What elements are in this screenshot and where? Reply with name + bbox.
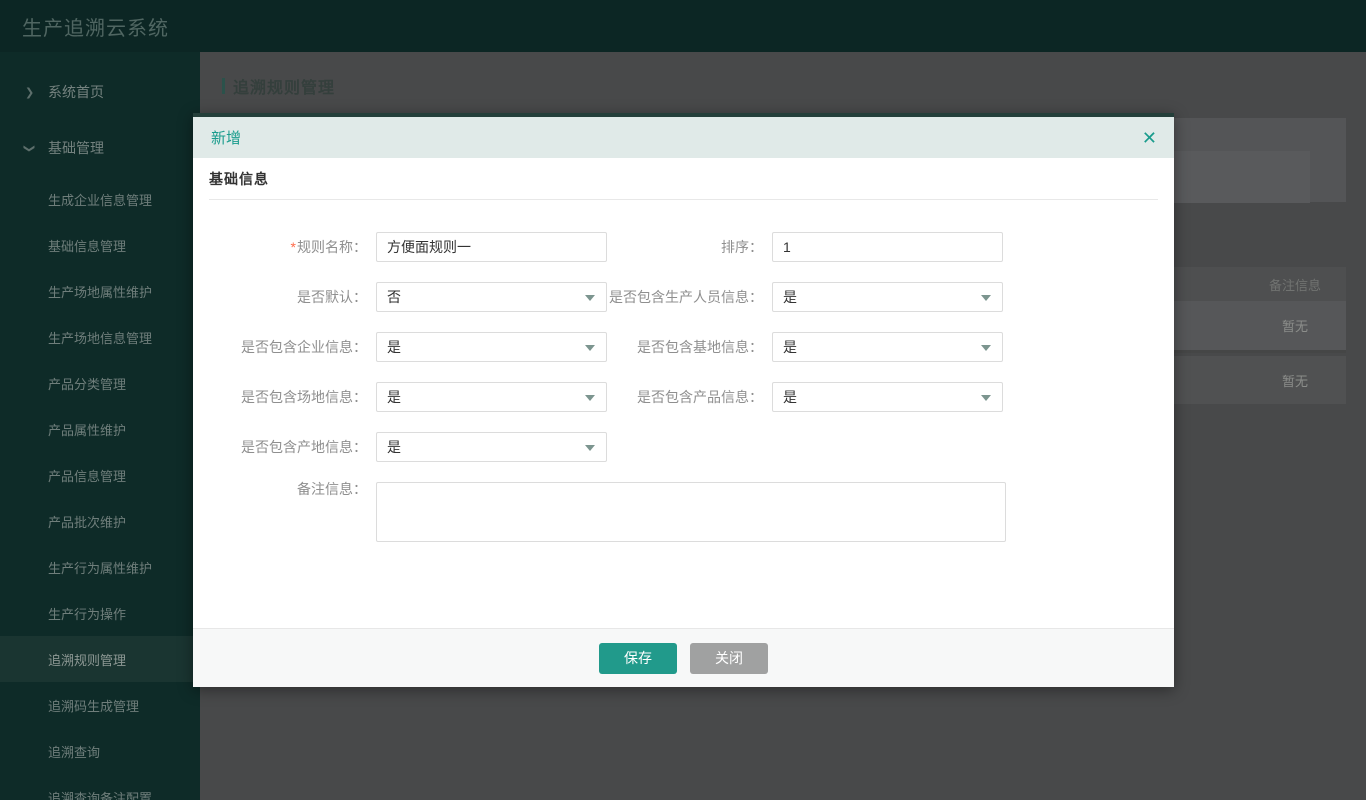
rule-name-label: *规则名称：: [209, 232, 367, 262]
sidebar-item-trace-rule[interactable]: 追溯规则管理: [0, 636, 200, 682]
include-product-select[interactable]: 是: [772, 382, 1003, 412]
section-header: 基础信息: [209, 158, 1158, 200]
form-row: 是否包含产地信息： 是: [209, 432, 1158, 462]
dropdown-caret-icon: [585, 395, 595, 401]
close-icon[interactable]: ✕: [1142, 129, 1157, 147]
include-site-select[interactable]: 是: [376, 382, 607, 412]
include-base-label: 是否包含基地信息：: [607, 332, 763, 362]
dropdown-caret-icon: [981, 345, 991, 351]
required-asterisk: *: [291, 239, 296, 255]
include-producer-label: 是否包含生产人员信息：: [607, 282, 763, 312]
include-origin-label: 是否包含产地信息：: [209, 432, 367, 462]
dialog-header: 新增 ✕: [193, 117, 1174, 158]
sidebar-item-product-batch[interactable]: 产品批次维护: [0, 498, 200, 544]
form-row: 是否包含企业信息： 是 是否包含基地信息： 是: [209, 332, 1158, 362]
is-default-label: 是否默认：: [209, 282, 367, 312]
rule-form: *规则名称： 排序： 是否默认： 否 是否包含生产人员信息： 是: [209, 232, 1158, 542]
sidebar-item-behavior-attr[interactable]: 生产行为属性维护: [0, 544, 200, 590]
include-product-label: 是否包含产品信息：: [607, 382, 763, 412]
sidebar-item-trace-query[interactable]: 追溯查询: [0, 728, 200, 774]
sidebar-item-enterprise-info[interactable]: 生成企业信息管理: [0, 176, 200, 222]
sidebar-item-product-info[interactable]: 产品信息管理: [0, 452, 200, 498]
app-root: 生产追溯云系统 ❯ 系统首页 ❯ 基础管理 生成企业信息管理 基础信息管理 生产…: [0, 0, 1366, 800]
include-site-label: 是否包含场地信息：: [209, 382, 367, 412]
include-enterprise-label: 是否包含企业信息：: [209, 332, 367, 362]
dropdown-caret-icon: [585, 295, 595, 301]
page-title: 追溯规则管理: [233, 74, 335, 98]
app-title: 生产追溯云系统: [22, 12, 169, 41]
title-accent-bar: [222, 78, 225, 94]
form-row: 备注信息：: [209, 482, 1158, 542]
rule-name-input[interactable]: [376, 232, 607, 262]
form-row: 是否默认： 否 是否包含生产人员信息： 是: [209, 282, 1158, 312]
is-default-select[interactable]: 否: [376, 282, 607, 312]
sidebar-item-product-category[interactable]: 产品分类管理: [0, 360, 200, 406]
dropdown-caret-icon: [981, 395, 991, 401]
add-rule-dialog: 新增 ✕ 基础信息 *规则名称： 排序： 是否默认： 否: [193, 113, 1174, 687]
dropdown-caret-icon: [981, 295, 991, 301]
sidebar-item-behavior-op[interactable]: 生产行为操作: [0, 590, 200, 636]
remark-label: 备注信息：: [209, 482, 367, 496]
remark-textarea[interactable]: [376, 482, 1006, 542]
sidebar-item-home[interactable]: ❯ 系统首页: [0, 64, 200, 120]
sidebar-item-label: 基础管理: [48, 138, 104, 158]
include-origin-select[interactable]: 是: [376, 432, 607, 462]
include-enterprise-select[interactable]: 是: [376, 332, 607, 362]
sidebar-item-site-info[interactable]: 生产场地信息管理: [0, 314, 200, 360]
include-producer-select[interactable]: 是: [772, 282, 1003, 312]
dialog-footer: 保存 关闭: [193, 628, 1174, 687]
chevron-down-icon: ❯: [25, 142, 48, 155]
sidebar-item-product-attr[interactable]: 产品属性维护: [0, 406, 200, 452]
save-button[interactable]: 保存: [599, 643, 677, 674]
sort-label: 排序：: [607, 232, 763, 262]
chevron-right-icon: ❯: [25, 86, 48, 99]
form-row: 是否包含场地信息： 是 是否包含产品信息： 是: [209, 382, 1158, 412]
sidebar-item-trace-query-remark[interactable]: 追溯查询备注配置: [0, 774, 200, 800]
section-title: 基础信息: [209, 171, 269, 187]
dialog-title: 新增: [211, 127, 241, 148]
include-base-select[interactable]: 是: [772, 332, 1003, 362]
sidebar: ❯ 系统首页 ❯ 基础管理 生成企业信息管理 基础信息管理 生产场地属性维护 生…: [0, 52, 200, 800]
sidebar-item-label: 系统首页: [48, 82, 104, 102]
background-column-header: 备注信息: [1260, 267, 1330, 301]
dropdown-caret-icon: [585, 345, 595, 351]
top-header: 生产追溯云系统: [0, 0, 1366, 52]
sidebar-item-basic-info[interactable]: 基础信息管理: [0, 222, 200, 268]
page-title-row: 追溯规则管理: [200, 74, 335, 98]
dialog-body: 基础信息 *规则名称： 排序： 是否默认： 否 是否包含生产人员信息：: [193, 158, 1174, 628]
sidebar-item-trace-code[interactable]: 追溯码生成管理: [0, 682, 200, 728]
sidebar-item-basic-management[interactable]: ❯ 基础管理: [0, 120, 200, 176]
sort-input[interactable]: [772, 232, 1003, 262]
dropdown-caret-icon: [585, 445, 595, 451]
sidebar-item-site-attr[interactable]: 生产场地属性维护: [0, 268, 200, 314]
form-row: *规则名称： 排序：: [209, 232, 1158, 262]
close-button[interactable]: 关闭: [690, 643, 768, 674]
